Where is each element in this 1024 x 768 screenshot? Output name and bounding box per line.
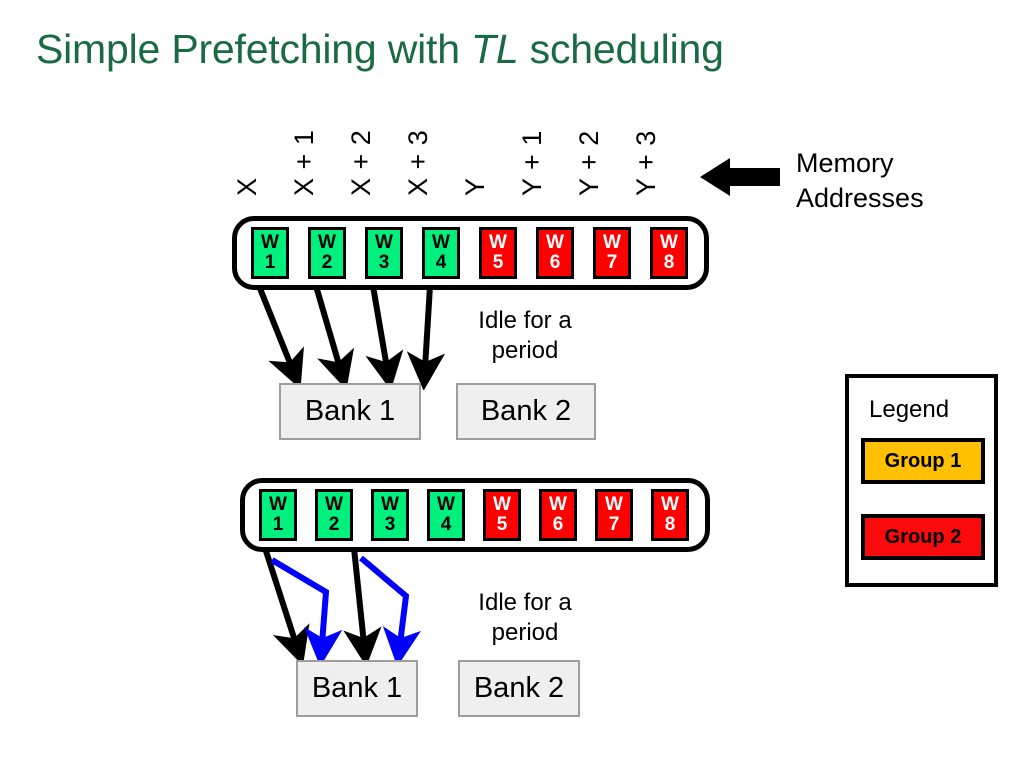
memory-address-label: Y + 3 [631,130,661,196]
word-cell[interactable]: W6 [539,489,577,541]
word-cell-index: 1 [272,514,284,535]
word-cell-index: 8 [664,514,676,535]
legend-swatch: Group 2 [861,514,985,560]
memory-address-labels: X X + 1 X + 2 X + 3 Y Y + 1 Y + 2 Y + 3 [232,104,706,196]
word-cell[interactable]: W3 [371,489,409,541]
bank-box-bottom-2[interactable]: Bank 2 [458,660,580,717]
word-cell[interactable]: W8 [651,489,689,541]
word-cell[interactable]: W7 [595,489,633,541]
blue-arrow-a [270,557,343,666]
memory-address-label: Y + 2 [574,130,604,196]
word-cell[interactable]: W2 [315,489,353,541]
word-cell-letter: W [549,494,567,515]
word-cell-letter: W [605,494,623,515]
word-cell[interactable]: W3 [365,227,403,279]
word-cell-letter: W [660,232,678,253]
black-arrow-w3 [343,548,382,666]
memory-address-label: X [232,177,262,196]
legend-swatch: Group 1 [861,438,985,484]
word-cell[interactable]: W5 [483,489,521,541]
word-cell-letter: W [375,232,393,253]
word-cell-index: 2 [328,514,340,535]
word-cell[interactable]: W6 [536,227,574,279]
word-row-top: W1W2W3W4W5W6W7W8 [232,216,709,290]
word-cell-index: 6 [552,514,564,535]
left-arrow-icon [700,158,780,196]
word-cell-index: 7 [606,252,618,273]
word-cell-letter: W [261,232,279,253]
word-cell-letter: W [493,494,511,515]
legend-panel: Legend Group 1 Group 2 [845,374,998,587]
word-cell[interactable]: W4 [427,489,465,541]
word-cell[interactable]: W7 [593,227,631,279]
page-title-prefix: Simple Prefetching with [36,26,472,72]
idle-note-top: Idle for a period [478,307,572,364]
word-cell-letter: W [381,494,399,515]
idle-note-bottom: Idle for a period [478,589,572,646]
word-cell-index: 3 [384,514,396,535]
word-cell[interactable]: W8 [650,227,688,279]
word-cell-index: 3 [378,252,390,273]
word-cell[interactable]: W4 [422,227,460,279]
word-cell-letter: W [546,232,564,253]
word-cell-letter: W [437,494,455,515]
memory-addresses-label: Memory Addresses [796,148,924,213]
page-title-emphasis: TL [471,26,519,72]
memory-address-label: X + 1 [289,129,319,196]
blue-arrow-b [359,555,421,666]
page-title-suffix: scheduling [518,26,724,72]
memory-address-label: X + 3 [403,129,433,196]
word-cell-index: 5 [496,514,508,535]
word-cell-letter: W [661,494,679,515]
word-cell-letter: W [603,232,621,253]
word-cell[interactable]: W1 [251,227,289,279]
word-cell-index: 5 [492,252,504,273]
word-cell-letter: W [432,232,450,253]
word-cell-letter: W [269,494,287,515]
black-arrow-w1 [262,548,310,666]
memory-address-label: Y [460,177,490,196]
word-cell-letter: W [489,232,507,253]
page-title: Simple Prefetching with TL scheduling [36,26,724,73]
bank-box-bottom-1[interactable]: Bank 1 [296,660,418,717]
word-cell[interactable]: W5 [479,227,517,279]
word-cell-index: 8 [663,252,675,273]
word-cell-index: 2 [321,252,333,273]
word-cell[interactable]: W2 [308,227,346,279]
memory-address-label: X + 2 [346,129,376,196]
word-cell-letter: W [325,494,343,515]
word-cell-index: 6 [549,252,561,273]
word-cell-index: 4 [440,514,452,535]
bank-box-top-2[interactable]: Bank 2 [456,383,596,440]
word-cell-letter: W [318,232,336,253]
word-cell-index: 7 [608,514,620,535]
word-cell-index: 1 [264,252,276,273]
word-cell[interactable]: W1 [259,489,297,541]
legend-title: Legend [869,396,950,423]
word-cell-index: 4 [435,252,447,273]
memory-address-label: Y + 1 [517,130,547,196]
bank-box-top-1[interactable]: Bank 1 [279,383,421,440]
word-row-bottom: W1W2W3W4W5W6W7W8 [240,478,710,552]
